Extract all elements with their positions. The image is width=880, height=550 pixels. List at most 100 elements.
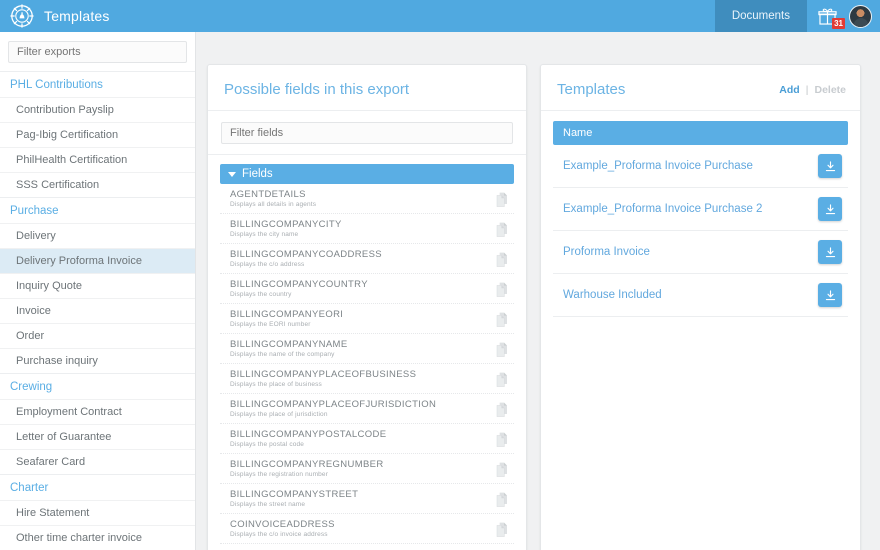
ship-wheel-logo-icon — [10, 4, 34, 28]
field-row[interactable]: BILLINGCOMPANYCOADDRESS Displays the c/o … — [220, 244, 514, 274]
sidebar-item-sss-certification[interactable]: SSS Certification — [0, 172, 195, 197]
download-template-button[interactable] — [818, 197, 842, 221]
fields-panel-title: Possible fields in this export — [208, 65, 526, 111]
sidebar-group-purchase[interactable]: Purchase — [0, 197, 195, 223]
field-row[interactable]: BILLINGCOMPANYCOUNTRY Displays the countr… — [220, 274, 514, 304]
template-name-link[interactable]: Example_Proforma Invoice Purchase — [563, 160, 753, 172]
field-description: Displays the c/o invoice address — [230, 531, 328, 538]
tab-documents[interactable]: Documents — [714, 0, 807, 32]
sidebar-item-pag-ibig-certification[interactable]: Pag-Ibig Certification — [0, 122, 195, 147]
field-row[interactable]: CURRENCYDisplays the currency of the inq… — [220, 544, 514, 550]
templates-list: Example_Proforma Invoice Purchase Example… — [541, 145, 860, 317]
add-template-button[interactable]: Add — [779, 84, 799, 96]
sidebar-item-letter-of-guarantee[interactable]: Letter of Guarantee — [0, 424, 195, 449]
sidebar-group-crewing[interactable]: Crewing — [0, 373, 195, 399]
field-description: Displays the street name — [230, 501, 306, 508]
template-name-link[interactable]: Proforma Invoice — [563, 246, 650, 258]
copy-icon — [496, 462, 507, 477]
table-row[interactable]: Proforma Invoice — [553, 231, 848, 274]
delete-template-button[interactable]: Delete — [814, 84, 846, 96]
field-row[interactable]: BILLINGCOMPANYSTREET Displays the street … — [220, 484, 514, 514]
sidebar-item-employment-contract[interactable]: Employment Contract — [0, 399, 195, 424]
table-row[interactable]: Warhouse Included — [553, 274, 848, 317]
templates-title-text: Templates — [557, 81, 626, 98]
field-row[interactable]: BILLINGCOMPANYCITY Displays the city name — [220, 214, 514, 244]
table-row[interactable]: Example_Proforma Invoice Purchase 2 — [553, 188, 848, 231]
templates-panel-wrap: Templates Add | Delete Name Example_Prof… — [527, 32, 861, 550]
sidebar-item-hire-statement[interactable]: Hire Statement — [0, 500, 195, 525]
copy-icon — [496, 222, 507, 237]
copy-icon — [496, 342, 507, 357]
field-text: BILLINGCOMPANYNAME Displays the name of t… — [230, 339, 494, 358]
field-row[interactable]: BILLINGCOMPANYPOSTALCODE Displays the pos… — [220, 424, 514, 454]
sidebar-item-contribution-payslip[interactable]: Contribution Payslip — [0, 97, 195, 122]
field-text: BILLINGCOMPANYCOUNTRY Displays the countr… — [230, 279, 494, 298]
download-icon — [825, 160, 835, 171]
sidebar-item-seafarer-card[interactable]: Seafarer Card — [0, 449, 195, 474]
sidebar-item-delivery-proforma-invoice[interactable]: Delivery Proforma Invoice — [0, 248, 195, 273]
copy-icon — [496, 372, 507, 387]
filter-exports-input[interactable] — [8, 41, 187, 63]
field-row[interactable]: COINVOICEADDRESS Displays the c/o invoice… — [220, 514, 514, 544]
field-description: Displays the registration number — [230, 471, 329, 478]
sidebar-item-philhealth-certification[interactable]: PhilHealth Certification — [0, 147, 195, 172]
sidebar-item-invoice[interactable]: Invoice — [0, 298, 195, 323]
field-text: BILLINGCOMPANYPLACEOFBUSINESS Displays th… — [230, 369, 494, 388]
app-logo[interactable] — [0, 4, 44, 28]
sidebar-filter-wrap — [0, 32, 195, 71]
field-text: COINVOICEADDRESS Displays the c/o invoice… — [230, 519, 494, 538]
fields-list: AGENTDETAILS Displays all details in agen… — [208, 184, 526, 550]
table-row[interactable]: Example_Proforma Invoice Purchase — [553, 145, 848, 188]
download-template-button[interactable] — [818, 240, 842, 264]
field-name: BILLINGCOMPANYREGNUMBER — [230, 459, 384, 470]
download-template-button[interactable] — [818, 283, 842, 307]
copy-icon — [496, 312, 507, 327]
fields-panel: Possible fields in this export Fields AG… — [207, 64, 527, 550]
field-description: Displays the country — [230, 291, 292, 298]
sidebar-group-charter[interactable]: Charter — [0, 474, 195, 500]
copy-icon — [496, 192, 507, 207]
field-row[interactable]: BILLINGCOMPANYPLACEOFBUSINESS Displays th… — [220, 364, 514, 394]
sidebar-item-order[interactable]: Order — [0, 323, 195, 348]
gift-badge-count: 31 — [832, 18, 845, 29]
templates-actions: Add | Delete — [779, 84, 846, 96]
download-icon — [825, 203, 835, 214]
copy-icon — [496, 282, 507, 297]
templates-column-header: Name — [553, 121, 848, 145]
page-title: Templates — [44, 8, 110, 24]
field-text: AGENTDETAILS Displays all details in agen… — [230, 189, 494, 208]
field-row[interactable]: BILLINGCOMPANYPLACEOFJURISDICTION Display… — [220, 394, 514, 424]
sidebar-nav: PHL Contributions Contribution Payslip Pag… — [0, 71, 195, 550]
sidebar-item-other-time-charter-invoice[interactable]: Other time charter invoice — [0, 525, 195, 550]
header-right-group: Documents 31 — [714, 0, 880, 32]
field-text: BILLINGCOMPANYEORI Displays the EORI numb… — [230, 309, 494, 328]
field-row[interactable]: BILLINGCOMPANYNAME Displays the name of t… — [220, 334, 514, 364]
sidebar-item-delivery[interactable]: Delivery — [0, 223, 195, 248]
app-header: Templates Documents 31 — [0, 0, 880, 32]
field-name: BILLINGCOMPANYPLACEOFBUSINESS — [230, 369, 417, 380]
filter-fields-input[interactable] — [221, 122, 513, 144]
sidebar-item-purchase-inquiry[interactable]: Purchase inquiry — [0, 348, 195, 373]
template-name-link[interactable]: Warhouse Included — [563, 289, 662, 301]
field-text: BILLINGCOMPANYSTREET Displays the street … — [230, 489, 494, 508]
template-name-link[interactable]: Example_Proforma Invoice Purchase 2 — [563, 203, 762, 215]
field-description: Displays the EORI number — [230, 321, 311, 328]
field-row[interactable]: BILLINGCOMPANYEORI Displays the EORI numb… — [220, 304, 514, 334]
sidebar-item-inquiry-quote[interactable]: Inquiry Quote — [0, 273, 195, 298]
fields-section-header[interactable]: Fields — [220, 164, 514, 184]
main-body: PHL ContributionsContribution PayslipPag… — [0, 32, 880, 550]
download-template-button[interactable] — [818, 154, 842, 178]
field-description: Displays the postal code — [230, 441, 305, 448]
fields-panel-wrap: Possible fields in this export Fields AG… — [196, 32, 527, 550]
field-name: BILLINGCOMPANYCOADDRESS — [230, 249, 382, 260]
sidebar-group-phl-contributions[interactable]: PHL Contributions — [0, 71, 195, 97]
templates-panel-title: Templates Add | Delete — [541, 65, 860, 111]
gift-button[interactable]: 31 — [807, 0, 847, 32]
field-row[interactable]: BILLINGCOMPANYREGNUMBER Displays the regi… — [220, 454, 514, 484]
avatar[interactable] — [849, 4, 872, 28]
field-description: Displays the city name — [230, 231, 299, 238]
field-row[interactable]: AGENTDETAILS Displays all details in agen… — [220, 184, 514, 214]
field-name: BILLINGCOMPANYPLACEOFJURISDICTION — [230, 399, 437, 410]
field-text: BILLINGCOMPANYPLACEOFJURISDICTION Display… — [230, 399, 494, 418]
fields-section-label: Fields — [242, 168, 273, 180]
